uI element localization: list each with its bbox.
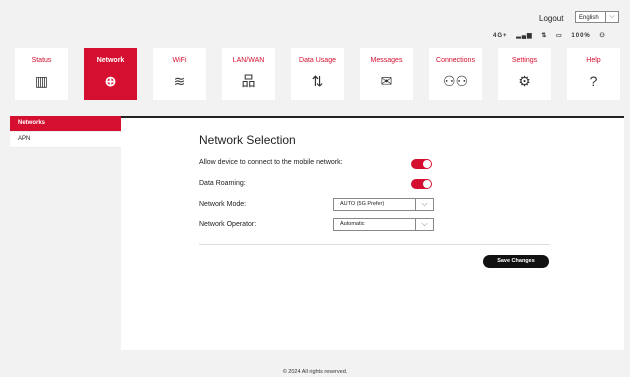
nav-status[interactable]: Status ▥ [15, 48, 68, 100]
gear-icon: ⚙ [518, 73, 531, 89]
chevron-down-icon: ⌵ [415, 219, 433, 230]
status-icon: ▥ [34, 73, 49, 89]
nav-label: Network [96, 57, 125, 64]
network-mode-value: AUTO (5G Prefer) [340, 201, 385, 207]
transfer-arrows-icon: ⇅ [541, 33, 548, 39]
nav-label: Messages [370, 57, 403, 64]
nav-network[interactable]: Network ⊕ [84, 48, 137, 100]
sidebar-item-networks[interactable]: Networks [10, 116, 121, 132]
nav-label: Settings [511, 57, 538, 64]
data-roaming-label: Data Roaming: [199, 180, 246, 187]
chevron-down-icon: ⌵ [415, 199, 433, 210]
battery-icon: ▭ [556, 33, 563, 39]
wifi-icon: ≋ [173, 73, 186, 89]
chevron-down-icon: ⌵ [605, 12, 618, 22]
battery-percent: 100% [571, 33, 591, 39]
signal-icon: ▂▄▆ [516, 33, 533, 39]
lan-icon: 品 [241, 73, 256, 89]
nav-wifi[interactable]: WiFi ≋ [153, 48, 206, 100]
network-type-indicator: 4G+ [493, 33, 508, 39]
network-operator-value: Automatic [340, 221, 365, 227]
language-select[interactable]: English ⌵ [575, 11, 619, 23]
envelope-icon: ✉ [380, 73, 393, 89]
allow-network-toggle[interactable] [411, 159, 432, 169]
page-title: Network Selection [199, 133, 296, 147]
nav-label: Connections [436, 57, 475, 64]
user-icon: ⚇ [599, 33, 606, 39]
network-mode-label: Network Mode: [199, 201, 247, 208]
network-operator-select[interactable]: Automatic ⌵ [333, 218, 434, 231]
network-operator-label: Network Operator: [199, 221, 257, 228]
network-selection-panel: Network Selection Allow device to connec… [121, 116, 624, 350]
language-value: English [579, 15, 599, 21]
people-icon: ⚇⚇ [442, 73, 469, 89]
nav-settings[interactable]: Settings ⚙ [498, 48, 551, 100]
sidebar-item-apn[interactable]: APN [10, 132, 121, 148]
allow-network-label: Allow device to connect to the mobile ne… [199, 159, 343, 166]
nav-label: Help [586, 57, 601, 64]
logout-link[interactable]: Logout [539, 14, 563, 23]
nav-label: Status [31, 57, 52, 64]
header: Logout English ⌵ 4G+ ▂▄▆ ⇅ ▭ 100% ⚇ [0, 0, 630, 48]
nav-lan-wan[interactable]: LAN/WAN 品 [222, 48, 275, 100]
toggle-knob [423, 160, 431, 168]
nav-messages[interactable]: Messages ✉ [360, 48, 413, 100]
save-changes-button[interactable]: Save Changes [483, 255, 549, 268]
nav-label: WiFi [172, 57, 187, 64]
nav-connections[interactable]: Connections ⚇⚇ [429, 48, 482, 100]
globe-icon: ⊕ [104, 73, 117, 89]
sidebar: Networks APN [10, 116, 121, 148]
data-usage-icon: ⇅ [311, 73, 324, 89]
nav-label: LAN/WAN [232, 57, 265, 64]
help-icon: ? [589, 73, 598, 89]
footer-copyright: © 2024 All rights reserved. [282, 369, 348, 375]
toggle-knob [423, 180, 431, 188]
data-roaming-toggle[interactable] [411, 179, 432, 189]
network-mode-select[interactable]: AUTO (5G Prefer) ⌵ [333, 198, 434, 211]
status-bar: 4G+ ▂▄▆ ⇅ ▭ 100% ⚇ [493, 32, 612, 39]
nav-label: Data Usage [299, 57, 336, 64]
nav-help[interactable]: Help ? [567, 48, 620, 100]
divider [199, 244, 550, 245]
nav-data-usage[interactable]: Data Usage ⇅ [291, 48, 344, 100]
